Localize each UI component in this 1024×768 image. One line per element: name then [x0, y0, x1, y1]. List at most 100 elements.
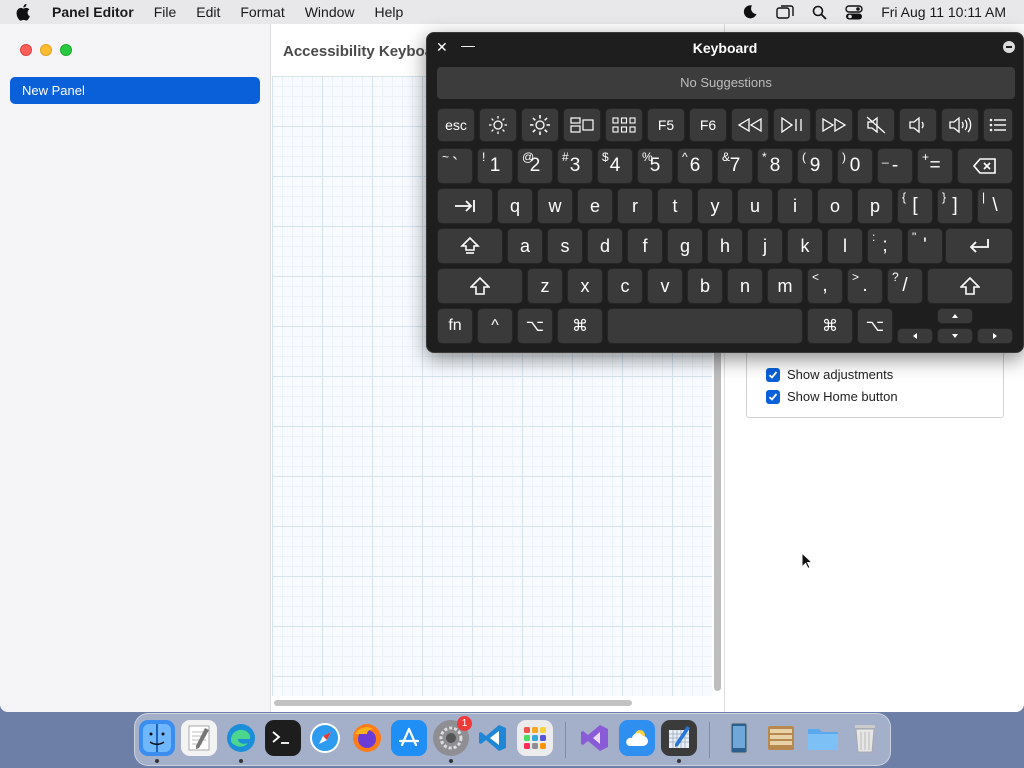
key-option-left[interactable]: ⌥: [517, 308, 553, 344]
key-row2-4[interactable]: $4: [597, 148, 633, 184]
key-arrow-down[interactable]: [937, 328, 973, 344]
key-row5-sym-0[interactable]: <,: [807, 268, 843, 304]
key-volume-down[interactable]: [899, 108, 937, 142]
key-row4-sym-1[interactable]: " ': [907, 228, 943, 264]
spotlight-search-icon[interactable]: [812, 5, 827, 20]
edge-browser-icon[interactable]: [223, 720, 259, 756]
key-play-pause[interactable]: [773, 108, 811, 142]
key-letter-q[interactable]: q: [497, 188, 533, 224]
horizontal-scrollbar[interactable]: [272, 698, 712, 708]
panel-editor-app-icon[interactable]: [661, 720, 697, 756]
menu-edit[interactable]: Edit: [196, 4, 220, 20]
key-letter-d[interactable]: d: [587, 228, 623, 264]
apple-menu-icon[interactable]: [16, 3, 40, 21]
horizontal-scroll-thumb[interactable]: [274, 700, 632, 706]
key-mute[interactable]: [857, 108, 895, 142]
show-adjustments-checkbox[interactable]: [766, 367, 780, 382]
menu-window[interactable]: Window: [305, 4, 355, 20]
vertical-scroll-thumb[interactable]: [714, 296, 721, 691]
key-letter-p[interactable]: p: [857, 188, 893, 224]
key-esc[interactable]: esc: [437, 108, 475, 142]
key-letter-z[interactable]: z: [527, 268, 563, 304]
key-letter-x[interactable]: x: [567, 268, 603, 304]
zoom-window-button[interactable]: [60, 44, 72, 56]
sidebar-item-new-panel[interactable]: New Panel: [10, 77, 260, 104]
close-window-button[interactable]: [20, 44, 32, 56]
key-letter-c[interactable]: c: [607, 268, 643, 304]
key-row2-0[interactable]: ~ `: [437, 148, 473, 184]
key-letter-h[interactable]: h: [707, 228, 743, 264]
key-rewind[interactable]: [731, 108, 769, 142]
key-letter-f[interactable]: f: [627, 228, 663, 264]
key-f5[interactable]: F5: [647, 108, 685, 142]
key-shift-right[interactable]: [927, 268, 1013, 304]
key-row2-12[interactable]: + =: [917, 148, 953, 184]
key-row2-9[interactable]: (9: [797, 148, 833, 184]
weather-icon[interactable]: [619, 720, 655, 756]
key-letter-l[interactable]: l: [827, 228, 863, 264]
key-row3-sym-0[interactable]: {[: [897, 188, 933, 224]
menu-file[interactable]: File: [154, 4, 177, 20]
key-row3-sym-2[interactable]: | \: [977, 188, 1013, 224]
menu-format[interactable]: Format: [240, 4, 284, 20]
key-row2-5[interactable]: % 5: [637, 148, 673, 184]
key-row3-sym-1[interactable]: }]: [937, 188, 973, 224]
key-letter-v[interactable]: v: [647, 268, 683, 304]
launchpad-icon[interactable]: [517, 720, 553, 756]
key-letter-g[interactable]: g: [667, 228, 703, 264]
key-letter-o[interactable]: o: [817, 188, 853, 224]
terminal-icon[interactable]: [265, 720, 301, 756]
phone-preview-icon[interactable]: [721, 720, 757, 756]
key-letter-b[interactable]: b: [687, 268, 723, 304]
key-tab[interactable]: [437, 188, 493, 224]
keyboard-options-icon[interactable]: [1003, 41, 1015, 53]
key-letter-y[interactable]: y: [697, 188, 733, 224]
key-launchpad[interactable]: [605, 108, 643, 142]
dark-mode-moon-icon[interactable]: [742, 4, 758, 20]
key-letter-k[interactable]: k: [787, 228, 823, 264]
key-row5-sym-1[interactable]: >.: [847, 268, 883, 304]
show-adjustments-row[interactable]: Show adjustments: [766, 367, 893, 382]
visual-studio-icon[interactable]: [577, 720, 613, 756]
app-store-icon[interactable]: [391, 720, 427, 756]
key-fast-forward[interactable]: [815, 108, 853, 142]
key-arrow-up[interactable]: [937, 308, 973, 324]
key-control[interactable]: ^: [477, 308, 513, 344]
key-arrow-left[interactable]: [897, 328, 933, 344]
key-letter-w[interactable]: w: [537, 188, 573, 224]
key-letter-j[interactable]: j: [747, 228, 783, 264]
menu-clock[interactable]: Fri Aug 11 10:11 AM: [881, 4, 1006, 20]
archive-box-icon[interactable]: [763, 720, 799, 756]
firefox-icon[interactable]: [349, 720, 385, 756]
key-command-right[interactable]: ⌘: [807, 308, 853, 344]
key-row2-10[interactable]: ) 0: [837, 148, 873, 184]
key-command-left[interactable]: ⌘: [557, 308, 603, 344]
menu-app-name[interactable]: Panel Editor: [52, 4, 134, 20]
key-row2-11[interactable]: _ -: [877, 148, 913, 184]
key-letter-r[interactable]: r: [617, 188, 653, 224]
trash-icon[interactable]: [847, 720, 883, 756]
key-letter-s[interactable]: s: [547, 228, 583, 264]
key-row2-7[interactable]: & 7: [717, 148, 753, 184]
key-row2-6[interactable]: ^ 6: [677, 148, 713, 184]
show-home-button-checkbox[interactable]: [766, 389, 780, 404]
key-row4-sym-0[interactable]: :;: [867, 228, 903, 264]
key-letter-t[interactable]: t: [657, 188, 693, 224]
key-brightness-down[interactable]: [479, 108, 517, 142]
key-f6[interactable]: F6: [689, 108, 727, 142]
window-overlap-icon[interactable]: [776, 4, 794, 20]
key-letter-m[interactable]: m: [767, 268, 803, 304]
key-row2-8[interactable]: * 8: [757, 148, 793, 184]
key-brightness-up[interactable]: [521, 108, 559, 142]
key-arrow-right[interactable]: [977, 328, 1013, 344]
key-option-right[interactable]: ⌥: [857, 308, 893, 344]
key-row2-2[interactable]: @2: [517, 148, 553, 184]
key-letter-i[interactable]: i: [777, 188, 813, 224]
key-row2-1[interactable]: ! 1: [477, 148, 513, 184]
key-mission-control[interactable]: [563, 108, 601, 142]
finder-icon[interactable]: [139, 720, 175, 756]
key-space[interactable]: [607, 308, 803, 344]
key-letter-a[interactable]: a: [507, 228, 543, 264]
textedit-icon[interactable]: [181, 720, 217, 756]
folder-icon[interactable]: [805, 720, 841, 756]
